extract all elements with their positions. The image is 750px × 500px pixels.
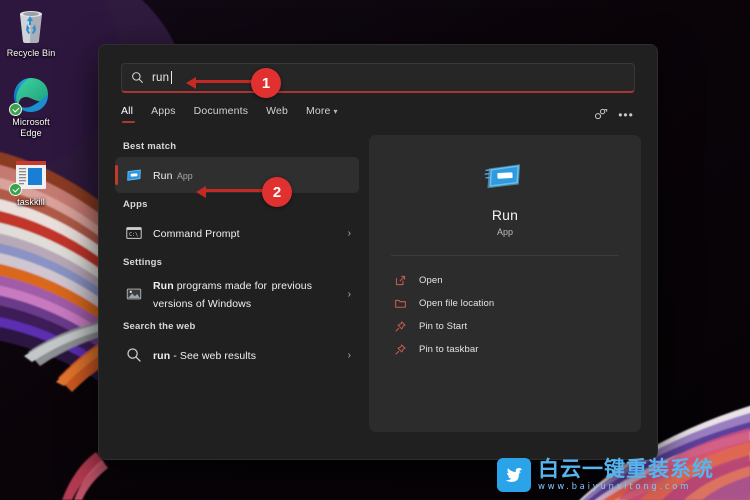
- annotation-badge-1: 1: [251, 68, 281, 98]
- bird-logo-icon: [497, 458, 531, 492]
- search-filter-tabs: All Apps Documents Web More ▾ •••: [99, 93, 657, 127]
- desktop-icon-taskkill[interactable]: taskkill: [0, 155, 62, 208]
- tab-all-label: All: [121, 105, 134, 117]
- chevron-right-icon[interactable]: ›: [342, 228, 351, 239]
- preview-action-label: Pin to Start: [419, 321, 468, 332]
- group-title-search-the-web: Search the web: [123, 321, 196, 332]
- watermark-url: www.baiyunxitong.com: [538, 481, 692, 492]
- result-title-line1: Run programs made for: [153, 280, 267, 292]
- result-row-run-compat-settings[interactable]: Run programs made for previous versions …: [115, 273, 359, 315]
- ellipsis-glyph: •••: [618, 107, 634, 122]
- preview-action-label: Open file location: [419, 298, 495, 309]
- watermark: 白云一键重装系统 www.baiyunxitong.com: [497, 458, 714, 492]
- result-title-rest: - See web results: [170, 350, 257, 362]
- desktop-icon-label: Recycle Bin: [6, 48, 56, 58]
- result-text: Command Prompt: [153, 224, 332, 242]
- desktop-icon-label: taskkill: [17, 197, 45, 207]
- preview-app-name: Run: [491, 207, 519, 223]
- tab-documents-label: Documents: [193, 105, 249, 117]
- desktop-icon-recycle-bin[interactable]: Recycle Bin: [0, 6, 62, 59]
- chevron-right-icon[interactable]: ›: [342, 350, 351, 361]
- tab-web[interactable]: Web: [266, 105, 288, 124]
- chevron-down-icon: ▾: [333, 107, 338, 116]
- pin-icon: [393, 320, 407, 334]
- app-preview-panel: Run App Open Open file location Pin to S…: [369, 135, 641, 432]
- best-match-run-text: Run App: [153, 166, 351, 184]
- magnifier-icon: [131, 71, 144, 84]
- preview-action-pin-to-taskbar[interactable]: Pin to taskbar: [393, 338, 641, 361]
- settings-compat-icon: [125, 285, 143, 303]
- sync-check-badge: [9, 183, 22, 196]
- microsoft-edge-icon: [0, 75, 62, 116]
- svg-text:C:\: C:\: [129, 232, 138, 238]
- preview-app-type: App: [496, 227, 513, 237]
- tab-apps-label: Apps: [151, 105, 176, 117]
- command-prompt-icon: C:\: [125, 224, 143, 242]
- result-title-bold: Run: [153, 280, 174, 292]
- preview-action-open[interactable]: Open: [393, 269, 641, 292]
- tab-more[interactable]: More ▾: [306, 105, 338, 124]
- preview-actions: Open Open file location Pin to Start Pin…: [369, 256, 641, 361]
- preview-action-open-file-location[interactable]: Open file location: [393, 292, 641, 315]
- result-title-bold: run: [153, 350, 171, 362]
- ellipsis-icon[interactable]: •••: [617, 106, 635, 124]
- sync-check-badge: [9, 103, 22, 116]
- preview-action-label: Open: [419, 275, 443, 286]
- arrow-head-icon: [196, 186, 206, 198]
- preview-action-label: Pin to taskbar: [419, 344, 479, 355]
- text-document-icon: [0, 155, 62, 196]
- magnifier-icon: [125, 346, 143, 364]
- desktop-icon-label-line2: Edge: [20, 128, 42, 138]
- result-title-rest: programs made for: [173, 280, 268, 292]
- result-text: run - See web results: [153, 346, 332, 364]
- run-app-icon: [125, 166, 143, 184]
- result-text: Run programs made for previous versions …: [153, 276, 332, 312]
- tab-web-label: Web: [266, 105, 288, 117]
- result-row-command-prompt[interactable]: C:\ Command Prompt ›: [115, 215, 359, 251]
- chevron-right-icon[interactable]: ›: [342, 289, 351, 300]
- desktop-icon-label-line1: Microsoft: [12, 117, 50, 127]
- recycle-bin-icon: [0, 6, 62, 46]
- run-app-icon: [484, 159, 526, 193]
- open-external-icon: [393, 274, 407, 288]
- desktop-icon-microsoft-edge[interactable]: Microsoft Edge: [0, 75, 62, 139]
- search-box-container: run: [99, 45, 657, 93]
- preview-header: Run App: [369, 135, 641, 237]
- result-subtitle: App: [177, 171, 193, 181]
- search-results-body: Best match Run App Apps C:\ Command Prom…: [99, 127, 657, 459]
- tab-more-label: More: [306, 105, 331, 117]
- feedback-people-icon[interactable]: [591, 106, 609, 124]
- desktop-icon-group: Recycle Bin Microsoft Edge taskkill: [0, 6, 62, 224]
- watermark-brand: 白云一键重装系统: [538, 456, 714, 481]
- tab-documents[interactable]: Documents: [194, 105, 248, 124]
- result-title: Command Prompt: [153, 228, 240, 240]
- arrow-head-icon: [186, 77, 196, 89]
- group-title-settings: Settings: [123, 257, 163, 268]
- result-row-web-search[interactable]: run - See web results ›: [115, 337, 359, 373]
- windows-search-flyout: run All Apps Documents Web More ▾ ••• Bes…: [98, 44, 658, 460]
- preview-action-pin-to-start[interactable]: Pin to Start: [393, 315, 641, 338]
- group-title-best-match: Best match: [123, 141, 177, 152]
- annotation-number: 1: [251, 68, 281, 98]
- folder-icon: [393, 297, 407, 311]
- watermark-text: 白云一键重装系统 www.baiyunxitong.com: [538, 456, 714, 492]
- search-results-list: Best match Run App Apps C:\ Command Prom…: [115, 135, 359, 459]
- result-title: Run: [153, 170, 173, 182]
- pin-icon: [393, 343, 407, 357]
- annotation-badge-2: 2: [262, 177, 292, 207]
- tab-apps[interactable]: Apps: [151, 105, 176, 124]
- search-input-value: run: [152, 70, 173, 84]
- tab-all[interactable]: All: [121, 105, 136, 124]
- annotation-number: 2: [262, 177, 292, 207]
- result-title: run - See web results: [153, 350, 256, 362]
